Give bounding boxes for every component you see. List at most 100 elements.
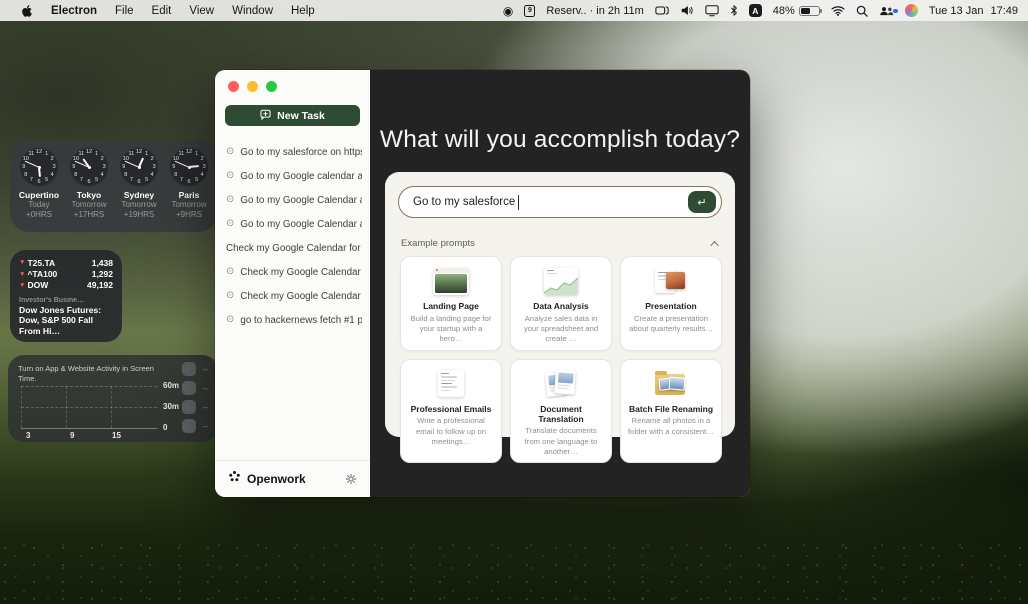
page-title: What will you accomplish today? [370,126,750,154]
stage-manager-icon[interactable] [655,4,669,17]
task-status-icon: ⊙ [226,171,234,181]
new-task-label: New Task [277,110,325,122]
volume-icon[interactable] [680,4,694,17]
app-usage-value: -- [203,422,208,431]
task-list-item[interactable]: ⊙go to hackernews fetch #1 po… [215,308,370,332]
card-presentation[interactable]: Presentation Create a presentation about… [620,256,722,351]
keyboard-layout-icon[interactable]: A [749,4,762,17]
y-axis-label: 30m [163,402,179,411]
app-placeholder-icon [182,419,196,433]
settings-gear-icon[interactable] [345,473,357,485]
stock-quote-row: ▼ T25.TA 1,438 [19,258,113,269]
task-status-icon: ⊙ [226,147,234,157]
stock-symbol: ^TA100 [27,269,57,280]
chevron-up-icon[interactable] [710,241,718,249]
bluetooth-icon[interactable] [730,4,738,17]
analog-clock-face: 123456789101112 [19,147,59,187]
analog-clock-face: 123456789101112 [119,147,159,187]
task-input[interactable]: Go to my salesforce ↵ [398,186,722,218]
screen-time-widget[interactable]: Turn on App & Website Activity in Screen… [8,355,218,442]
zoom-window-button[interactable] [266,81,277,92]
prompt-panel: Go to my salesforce ↵ Example prompts La… [385,172,735,437]
calendar-icon[interactable]: 9 [524,5,535,17]
task-list-item[interactable]: Check my Google Calendar for t… [215,236,370,260]
menu-app-name[interactable]: Electron [42,5,106,17]
menu-item-window[interactable]: Window [223,5,282,17]
task-list-item[interactable]: ⊙Go to my Google Calendar an… [215,212,370,236]
clock-paris: 123456789101112 Paris Tomorrow +9HRS [164,147,214,232]
sidebar: New Task ⊙Go to my salesforce on https… … [215,70,370,497]
clock-city-label: Tokyo [77,190,101,200]
spotlight-search-icon[interactable] [856,5,868,17]
clock-offset-label: +17HRS [74,210,104,220]
task-input-value: Go to my salesforce [413,196,515,208]
card-data-analysis[interactable]: Data Analysis Analyze sales data in your… [510,256,612,351]
examples-label: Example prompts [401,238,475,249]
clock-tokyo: 123456789101112 Tokyo Tomorrow +17HRS [64,147,114,232]
wifi-icon[interactable] [831,5,845,16]
app-placeholder-icon [182,400,196,414]
professional-emails-thumbnail [438,368,464,400]
date-label: Tue 13 Jan [929,5,984,17]
clock-day-label: Tomorrow [171,200,206,210]
clock-sydney: 123456789101112 Sydney Tomorrow +19HRS [114,147,164,232]
reservation-status[interactable]: Reserv.. · in 2h 11m [546,5,643,17]
screen-time-message: Turn on App & Website Activity in Screen… [18,364,168,384]
card-batch-file-renaming[interactable]: Batch File Renaming Rename all photos in… [620,359,722,464]
task-list-item[interactable]: ⊙Go to my Google Calendar an… [215,188,370,212]
brand-name: Openwork [247,472,306,486]
close-window-button[interactable] [228,81,239,92]
x-axis-label: 3 [26,431,30,440]
y-axis-label: 60m [163,381,179,390]
stock-quote-row: ▼ DOW 49,192 [19,280,113,291]
clock-day-label: Tomorrow [121,200,156,210]
screen-time-chart [21,386,157,429]
time-label: 17:49 [990,5,1018,17]
presentation-thumbnail [655,265,687,297]
task-list-item[interactable]: ⊙Check my Google Calendar f… [215,284,370,308]
submit-task-button[interactable]: ↵ [688,191,716,213]
app-placeholder-icon [182,362,196,376]
menu-item-file[interactable]: File [106,5,143,17]
app-usage-value: -- [203,365,208,374]
task-list-item[interactable]: ⊙Check my Google Calendar f… [215,260,370,284]
card-document-translation[interactable]: Document Translation Translate documents… [510,359,612,464]
batch-file-renaming-thumbnail [654,368,688,400]
world-clock-widget[interactable]: 123456789101112 Cupertino Today +0HRS 12… [10,140,218,232]
menu-item-help[interactable]: Help [282,5,324,17]
menu-item-edit[interactable]: Edit [143,5,181,17]
task-list-item[interactable]: ⊙Go to my Google calendar an… [215,164,370,188]
minimize-window-button[interactable] [247,81,258,92]
clock-day-label: Tomorrow [71,200,106,210]
stock-symbol: T25.TA [27,258,55,269]
task-status-icon: ⊙ [226,267,234,277]
app-usage-value: -- [203,384,208,393]
clock-offset-label: +9HRS [176,210,202,220]
sidebar-footer: Openwork [215,460,370,497]
clock-offset-label: +19HRS [124,210,154,220]
users-icon[interactable] [879,5,894,17]
display-icon[interactable] [705,4,719,17]
notification-dot [893,9,898,14]
battery-icon [799,6,820,16]
new-task-button[interactable]: New Task [225,105,360,126]
stock-value: 49,192 [87,280,113,291]
document-translation-thumbnail [546,368,576,400]
news-source-label: Investor's Busine… [19,297,113,304]
stocks-widget[interactable]: ▼ T25.TA 1,438 ▼ ^TA100 1,292 ▼ DOW 49,1… [10,250,122,342]
stock-value: 1,292 [92,269,113,280]
card-professional-emails[interactable]: Professional Emails Write a professional… [400,359,502,464]
analog-clock-face: 123456789101112 [169,147,209,187]
record-icon[interactable]: ◉ [503,5,513,17]
clock-offset-label: +0HRS [26,210,52,220]
assistant-swirl-icon[interactable] [905,4,918,17]
menu-clock[interactable]: Tue 13 Jan 17:49 [929,5,1018,17]
menu-item-view[interactable]: View [180,5,223,17]
battery-status[interactable]: 48% [773,5,820,17]
card-landing-page[interactable]: Landing Page Build a landing page for yo… [400,256,502,351]
apple-menu-icon[interactable] [12,4,42,18]
down-arrow-icon: ▼ [19,271,25,280]
clock-city-label: Cupertino [19,190,59,200]
task-list-item[interactable]: ⊙Go to my salesforce on https… [215,140,370,164]
text-cursor [518,195,519,210]
